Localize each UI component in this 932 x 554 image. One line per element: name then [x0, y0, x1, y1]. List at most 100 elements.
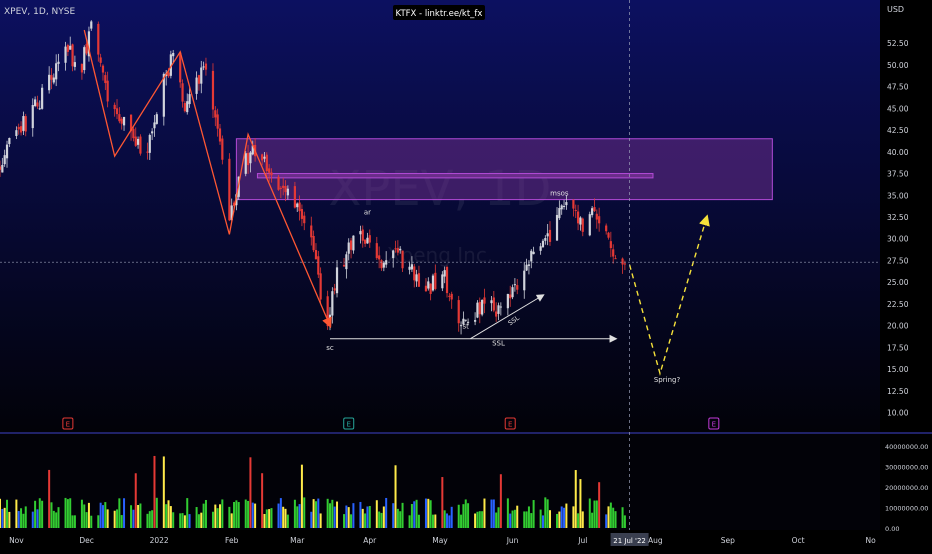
candle-body[interactable]	[15, 130, 18, 136]
candle-body[interactable]	[333, 288, 336, 291]
candle-body[interactable]	[122, 116, 126, 126]
candle-body[interactable]	[24, 116, 27, 132]
candle-body[interactable]	[195, 77, 198, 94]
candle-body[interactable]	[317, 256, 320, 275]
candle-body[interactable]	[581, 218, 584, 232]
candle-body[interactable]	[378, 255, 381, 260]
candle-body[interactable]	[464, 319, 467, 321]
candle-body[interactable]	[265, 154, 268, 172]
candle-body[interactable]	[197, 75, 201, 84]
candle-body[interactable]	[516, 285, 519, 290]
candle-body[interactable]	[511, 287, 514, 298]
candle-body[interactable]	[558, 208, 561, 219]
candle-body[interactable]	[544, 238, 547, 241]
candle-body[interactable]	[427, 281, 430, 289]
candle-body[interactable]	[41, 87, 44, 109]
candle-body[interactable]	[115, 108, 119, 115]
candle-body[interactable]	[279, 187, 282, 189]
candle-body[interactable]	[216, 114, 219, 129]
candle-body[interactable]	[457, 300, 460, 324]
candle-body[interactable]	[399, 248, 402, 251]
candle-body[interactable]	[576, 211, 580, 224]
candle-body[interactable]	[64, 46, 67, 63]
candle-body[interactable]	[71, 44, 74, 67]
candle-body[interactable]	[263, 156, 266, 159]
zone-line[interactable]	[256, 173, 654, 179]
candle-body[interactable]	[623, 263, 626, 265]
candle-body[interactable]	[148, 135, 151, 153]
candle-body[interactable]	[293, 186, 296, 208]
candle-body[interactable]	[202, 66, 205, 68]
candle-body[interactable]	[408, 266, 411, 270]
candle-body[interactable]	[268, 168, 271, 173]
candle-body[interactable]	[415, 274, 418, 282]
candle-body[interactable]	[134, 136, 137, 146]
candle-body[interactable]	[249, 152, 252, 164]
candle-body[interactable]	[19, 126, 23, 133]
candle-body[interactable]	[270, 172, 273, 176]
candle-body[interactable]	[83, 47, 86, 71]
candle-body[interactable]	[80, 63, 84, 73]
candle-body[interactable]	[66, 45, 69, 52]
candle-body[interactable]	[443, 270, 446, 277]
candle-body[interactable]	[188, 94, 191, 105]
candle-body[interactable]	[151, 131, 154, 134]
candle-body[interactable]	[572, 199, 575, 209]
candle-body[interactable]	[312, 235, 315, 251]
candle-body[interactable]	[3, 155, 6, 165]
candle-body[interactable]	[99, 57, 102, 63]
candle-body[interactable]	[0, 166, 2, 170]
candle-body[interactable]	[331, 291, 334, 316]
candle-body[interactable]	[513, 284, 516, 286]
candle-body[interactable]	[478, 301, 481, 315]
candle-body[interactable]	[605, 225, 608, 232]
candle-body[interactable]	[181, 83, 184, 102]
candle-body[interactable]	[476, 302, 479, 318]
candle-body[interactable]	[546, 233, 549, 237]
candle-body[interactable]	[474, 320, 477, 322]
candle-body[interactable]	[364, 239, 367, 244]
candle-body[interactable]	[401, 250, 404, 269]
candle-body[interactable]	[349, 240, 353, 250]
candle-body[interactable]	[565, 202, 568, 206]
candle-body[interactable]	[417, 273, 421, 287]
candle-body[interactable]	[104, 75, 107, 84]
candle-body[interactable]	[167, 72, 170, 77]
candle-body[interactable]	[90, 21, 93, 29]
candle-body[interactable]	[588, 214, 591, 236]
candle-body[interactable]	[200, 67, 203, 84]
candle-body[interactable]	[483, 297, 486, 304]
candle-body[interactable]	[153, 122, 156, 129]
candle-body[interactable]	[97, 23, 100, 55]
candle-body[interactable]	[228, 158, 231, 221]
candle-body[interactable]	[429, 283, 432, 294]
candle-body[interactable]	[527, 264, 531, 266]
candle-body[interactable]	[211, 70, 215, 110]
candle-body[interactable]	[118, 114, 121, 122]
candle-body[interactable]	[139, 136, 142, 154]
candle-body[interactable]	[204, 63, 208, 70]
candle-body[interactable]	[136, 138, 140, 145]
candle-body[interactable]	[532, 251, 535, 255]
candle-body[interactable]	[296, 203, 299, 208]
candle-body[interactable]	[1, 164, 4, 173]
candle-body[interactable]	[8, 137, 11, 145]
candle-body[interactable]	[48, 74, 51, 91]
candle-body[interactable]	[31, 105, 34, 129]
candle-body[interactable]	[214, 110, 217, 118]
candle-body[interactable]	[69, 45, 72, 50]
candle-body[interactable]	[413, 266, 416, 281]
candle-body[interactable]	[495, 311, 498, 317]
candle-body[interactable]	[368, 235, 371, 243]
candle-body[interactable]	[621, 258, 624, 265]
candle-body[interactable]	[506, 293, 509, 309]
candle-body[interactable]	[497, 305, 500, 314]
candle-body[interactable]	[541, 240, 545, 248]
symbol-title[interactable]: XPEV, 1D, NYSE	[4, 7, 75, 17]
candle-body[interactable]	[598, 216, 601, 224]
candle-body[interactable]	[120, 118, 123, 124]
candle-body[interactable]	[361, 229, 364, 241]
candle-body[interactable]	[366, 237, 369, 244]
candle-body[interactable]	[183, 103, 186, 112]
candle-body[interactable]	[5, 144, 9, 159]
